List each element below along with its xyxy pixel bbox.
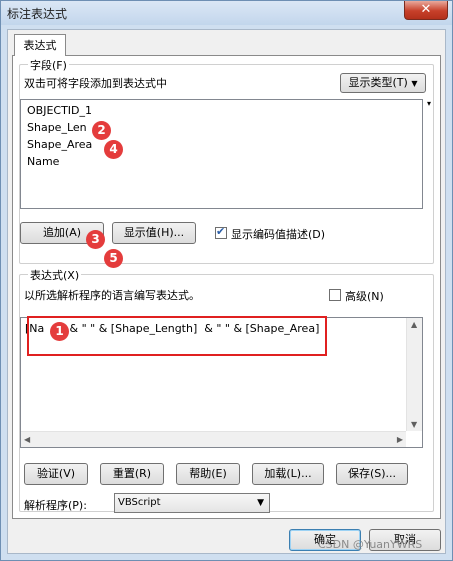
show-values-button[interactable]: 显示值(H)... (112, 222, 196, 244)
parser-value: VBScript (118, 497, 161, 508)
annotation-marker-1: 1 (50, 322, 69, 341)
fields-group: 字段(F) 双击可将字段添加到表达式中 显示类型(T) ▼ OBJECTID_1… (19, 57, 434, 264)
load-button[interactable]: 加载(L)... (252, 463, 324, 485)
dialog-client: 表达式 字段(F) 双击可将字段添加到表达式中 显示类型(T) ▼ OBJECT… (7, 29, 446, 554)
scroll-down-icon[interactable]: ▼ (411, 420, 417, 429)
expression-hint: 以所选解析程序的语言编写表达式。 (24, 289, 200, 302)
show-coded-desc-checkbox[interactable] (215, 225, 227, 239)
chevron-down-icon: ▼ (411, 79, 418, 88)
list-scroll-icon: ▾ (427, 99, 432, 108)
tab-panel: 字段(F) 双击可将字段添加到表达式中 显示类型(T) ▼ OBJECTID_1… (12, 55, 441, 519)
fields-legend: 字段(F) (28, 57, 69, 73)
list-item[interactable]: Shape_Area (27, 138, 92, 151)
title-bar[interactable]: 标注表达式 ✕ (1, 1, 452, 25)
expression-legend: 表达式(X) (28, 267, 82, 283)
parser-label: 解析程序(P): (24, 499, 87, 512)
watermark-text: CSDN @YuanYWRS (318, 538, 423, 551)
advanced-label: 高级(N) (345, 290, 384, 303)
show-types-label: 显示类型(T) (348, 76, 408, 89)
list-item[interactable]: Shape_Len (27, 121, 87, 134)
dialog-window: 标注表达式 ✕ 表达式 字段(F) 双击可将字段添加到表达式中 显示类型(T) … (0, 0, 453, 561)
list-item[interactable]: OBJECTID_1 (27, 104, 92, 117)
chevron-down-icon: ▼ (257, 498, 264, 508)
parser-select[interactable]: VBScript ▼ (114, 493, 270, 513)
annotation-marker-5: 5 (104, 249, 123, 268)
help-button[interactable]: 帮助(E) (176, 463, 240, 485)
show-coded-desc-label: 显示编码值描述(D) (231, 228, 326, 241)
scroll-up-icon[interactable]: ▲ (411, 320, 417, 329)
verify-button[interactable]: 验证(V) (24, 463, 88, 485)
close-button[interactable]: ✕ (404, 1, 448, 20)
expression-group: 表达式(X) 以所选解析程序的语言编写表达式。 高级(N) [Na ] & " … (19, 267, 434, 513)
annotation-highlight-box (27, 316, 327, 356)
fields-hint: 双击可将字段添加到表达式中 (24, 77, 167, 90)
show-types-button[interactable]: 显示类型(T) ▼ (340, 73, 426, 93)
annotation-marker-2: 2 (92, 121, 111, 140)
horizontal-scrollbar[interactable]: ◀ ▶ (21, 431, 406, 447)
reset-button[interactable]: 重置(R) (100, 463, 164, 485)
list-item[interactable]: Name (27, 155, 59, 168)
advanced-checkbox[interactable] (329, 289, 341, 301)
tab-expression[interactable]: 表达式 (14, 34, 66, 56)
vertical-scrollbar[interactable]: ▲ ▼ (406, 318, 422, 431)
annotation-marker-3: 3 (86, 230, 105, 249)
close-icon: ✕ (420, 2, 432, 17)
scroll-left-icon[interactable]: ◀ (24, 435, 30, 444)
scroll-right-icon[interactable]: ▶ (397, 435, 403, 444)
fields-list[interactable]: OBJECTID_1 Shape_Len Shape_Area Name (20, 99, 423, 209)
window-title: 标注表达式 (7, 7, 68, 21)
annotation-marker-4: 4 (104, 140, 123, 159)
save-button[interactable]: 保存(S)... (336, 463, 408, 485)
